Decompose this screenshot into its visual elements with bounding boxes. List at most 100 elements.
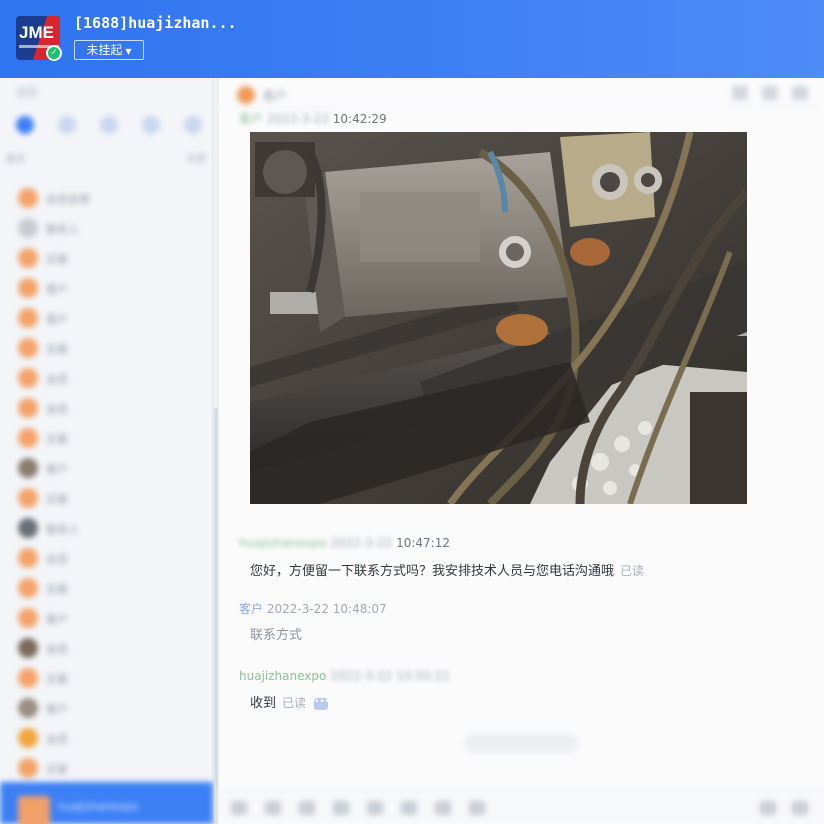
chat-contact-avatar bbox=[237, 86, 255, 104]
contact-search-input[interactable]: 搜索 bbox=[16, 84, 201, 104]
input-toolbar bbox=[219, 788, 824, 824]
contact-name: 会员名称 bbox=[46, 193, 90, 206]
contact-item[interactable]: 联系人 bbox=[0, 512, 212, 542]
contact-item[interactable]: 会员 bbox=[0, 392, 212, 422]
contact-item[interactable]: 会员 bbox=[0, 722, 212, 752]
contact-name: 客户 bbox=[46, 613, 68, 626]
user-info-icon[interactable] bbox=[732, 86, 748, 100]
sidebar-tabs bbox=[16, 116, 202, 136]
contact-avatar bbox=[18, 458, 38, 478]
more-icon[interactable] bbox=[792, 86, 808, 100]
contact-item[interactable]: 客户 bbox=[0, 692, 212, 722]
settings-icon[interactable] bbox=[792, 801, 808, 815]
contact-item[interactable]: 客户 bbox=[0, 452, 212, 482]
goods-icon[interactable] bbox=[469, 801, 485, 815]
contact-avatar bbox=[18, 398, 38, 418]
contact-avatar bbox=[18, 308, 38, 328]
contact-item[interactable]: 买家 bbox=[0, 572, 212, 602]
contact-item[interactable]: 会员 bbox=[0, 542, 212, 572]
logo-text: JME bbox=[19, 23, 54, 42]
machinery-photo bbox=[250, 132, 747, 504]
font-icon[interactable] bbox=[265, 801, 281, 815]
contact-name: 买家 bbox=[46, 493, 68, 506]
contact-item[interactable]: 买家 bbox=[0, 242, 212, 272]
contact-avatar bbox=[18, 608, 38, 628]
contact-name: 客户 bbox=[46, 313, 68, 326]
contact-name: 会员 bbox=[46, 553, 68, 566]
contact-avatar bbox=[18, 638, 38, 658]
contact-item[interactable]: 客户 bbox=[0, 302, 212, 332]
contacts-tab-icon[interactable] bbox=[58, 116, 76, 134]
emoji-icon[interactable] bbox=[231, 801, 247, 815]
contact-name: 买家 bbox=[46, 253, 68, 266]
chat-contact-name: 客户 bbox=[263, 89, 288, 103]
contact-item[interactable]: 买家 bbox=[0, 482, 212, 512]
contact-name: 会员 bbox=[46, 733, 68, 746]
message-bubble: 您好，方便留一下联系方式吗？我安排技术人员与您电话沟通哦 已读 bbox=[250, 560, 644, 579]
chat-tab-icon[interactable] bbox=[16, 116, 34, 134]
message-text: 收到 bbox=[250, 696, 277, 711]
contact-name: 客户 bbox=[46, 463, 68, 476]
contact-avatar bbox=[18, 368, 38, 388]
contact-avatar bbox=[18, 668, 38, 688]
sort-all[interactable]: 全部 bbox=[186, 150, 206, 165]
contact-name: 客户 bbox=[46, 283, 68, 296]
current-user-name: huajizhanexpo bbox=[58, 800, 139, 813]
contact-item[interactable]: 买家 bbox=[0, 662, 212, 692]
contact-name: 会员 bbox=[46, 643, 68, 656]
contact-item[interactable]: 买家 bbox=[0, 422, 212, 452]
contact-sidebar: 搜索 最近 全部 会员名称 联系人 买家 客户 客户 买家 会员 会员 买家 客户 买家 联系人 会员买… bbox=[0, 78, 218, 824]
order-tab-icon[interactable] bbox=[142, 116, 160, 134]
new-message-pill[interactable] bbox=[464, 733, 578, 753]
screenshot-icon[interactable] bbox=[367, 801, 383, 815]
contact-avatar bbox=[18, 698, 38, 718]
contact-item[interactable]: 买家 bbox=[0, 332, 212, 362]
message-bubble: 收到 已读 ••• bbox=[250, 692, 330, 711]
chat-header-tools bbox=[732, 86, 808, 100]
sort-recent[interactable]: 最近 bbox=[6, 150, 26, 165]
folder-icon[interactable] bbox=[401, 801, 417, 815]
more-options-icon[interactable]: ••• bbox=[314, 697, 330, 710]
contact-avatar bbox=[18, 728, 38, 748]
message-image[interactable] bbox=[250, 132, 747, 504]
message-bubble: 联系方式 bbox=[250, 624, 302, 643]
contact-avatar bbox=[18, 578, 38, 598]
contact-item[interactable]: 客户 bbox=[0, 272, 212, 302]
contact-avatar bbox=[18, 218, 38, 238]
contact-name: 买家 bbox=[46, 583, 68, 596]
status-dropdown[interactable]: 未挂起 ▼ bbox=[74, 40, 144, 60]
message-meta: huajizhanexpo 2022-3-22 10:47:12 bbox=[239, 536, 450, 550]
image-icon[interactable] bbox=[333, 801, 349, 815]
group-tab-icon[interactable] bbox=[100, 116, 118, 134]
message-time: 10:47:12 bbox=[396, 536, 450, 550]
contact-item[interactable]: 买家 bbox=[0, 752, 212, 782]
history-icon[interactable] bbox=[762, 86, 778, 100]
contact-avatar bbox=[18, 278, 38, 298]
sort-bar: 最近 全部 bbox=[6, 150, 206, 165]
contact-name: 会员 bbox=[46, 403, 68, 416]
contact-item[interactable]: 会员 bbox=[0, 632, 212, 662]
contact-list-scrollbar[interactable] bbox=[214, 408, 218, 824]
more-tab-icon[interactable] bbox=[184, 116, 202, 134]
status-label: 未挂起 bbox=[86, 43, 123, 57]
chat-pane: 客户 客户 2022-3-22 10:42:29 huajizhanexpo 2… bbox=[219, 78, 824, 824]
contact-avatar bbox=[18, 338, 38, 358]
contact-item[interactable]: 会员 bbox=[0, 362, 212, 392]
contact-avatar bbox=[18, 548, 38, 568]
contact-item[interactable]: 客户 bbox=[0, 602, 212, 632]
message-meta: 客户 2022-3-22 10:48:07 bbox=[239, 602, 387, 616]
quick-reply-icon[interactable] bbox=[435, 801, 451, 815]
text-icon[interactable] bbox=[299, 801, 315, 815]
app-header: JME ✓ [1688]huajizhan... 未挂起 ▼ bbox=[0, 0, 824, 78]
contact-name: 买家 bbox=[46, 433, 68, 446]
current-user-bar[interactable]: huajizhanexpo bbox=[0, 782, 213, 824]
contact-name: 会员 bbox=[46, 373, 68, 386]
contact-avatar bbox=[18, 758, 38, 778]
history-record-icon[interactable] bbox=[760, 801, 776, 815]
contact-avatar bbox=[18, 248, 38, 268]
contact-item[interactable]: 会员名称 bbox=[0, 182, 212, 212]
contact-item[interactable]: 联系人 bbox=[0, 212, 212, 242]
message-meta: huajizhanexpo 2022-3-22 10:50:21 bbox=[239, 669, 450, 683]
contact-name: 买家 bbox=[46, 343, 68, 356]
contact-name: 联系人 bbox=[46, 223, 79, 236]
